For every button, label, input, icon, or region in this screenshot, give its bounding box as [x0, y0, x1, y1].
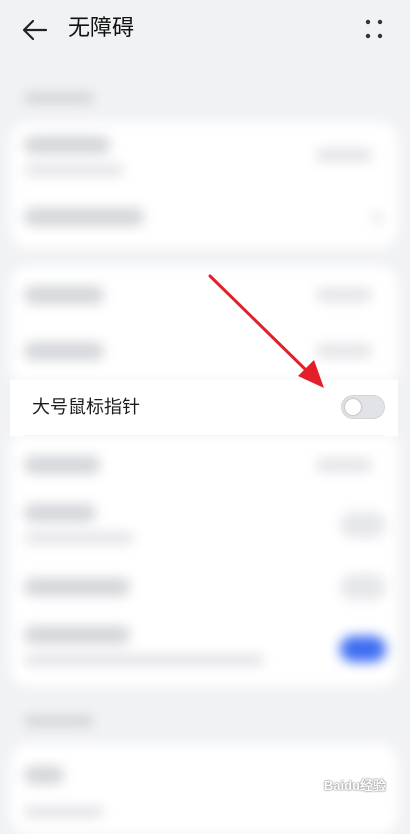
settings-card-blurred [10, 266, 398, 380]
section-label-blurred [24, 91, 94, 105]
page-title: 无障碍 [68, 16, 135, 41]
arrow-left-icon[interactable] [22, 17, 48, 43]
app-header: 无障碍 [0, 0, 410, 60]
large-mouse-pointer-label: 大号鼠标指针 [32, 397, 140, 418]
large-mouse-pointer-toggle[interactable] [341, 395, 385, 419]
large-mouse-pointer-row[interactable]: 大号鼠标指针 [10, 380, 398, 436]
settings-card-blurred [10, 436, 398, 686]
section-label-blurred [24, 714, 94, 728]
toggle-knob [345, 399, 361, 415]
watermark-text: Baidu经验 [323, 778, 386, 793]
settings-card-blurred [10, 122, 398, 248]
more-dots-icon[interactable] [364, 18, 384, 40]
